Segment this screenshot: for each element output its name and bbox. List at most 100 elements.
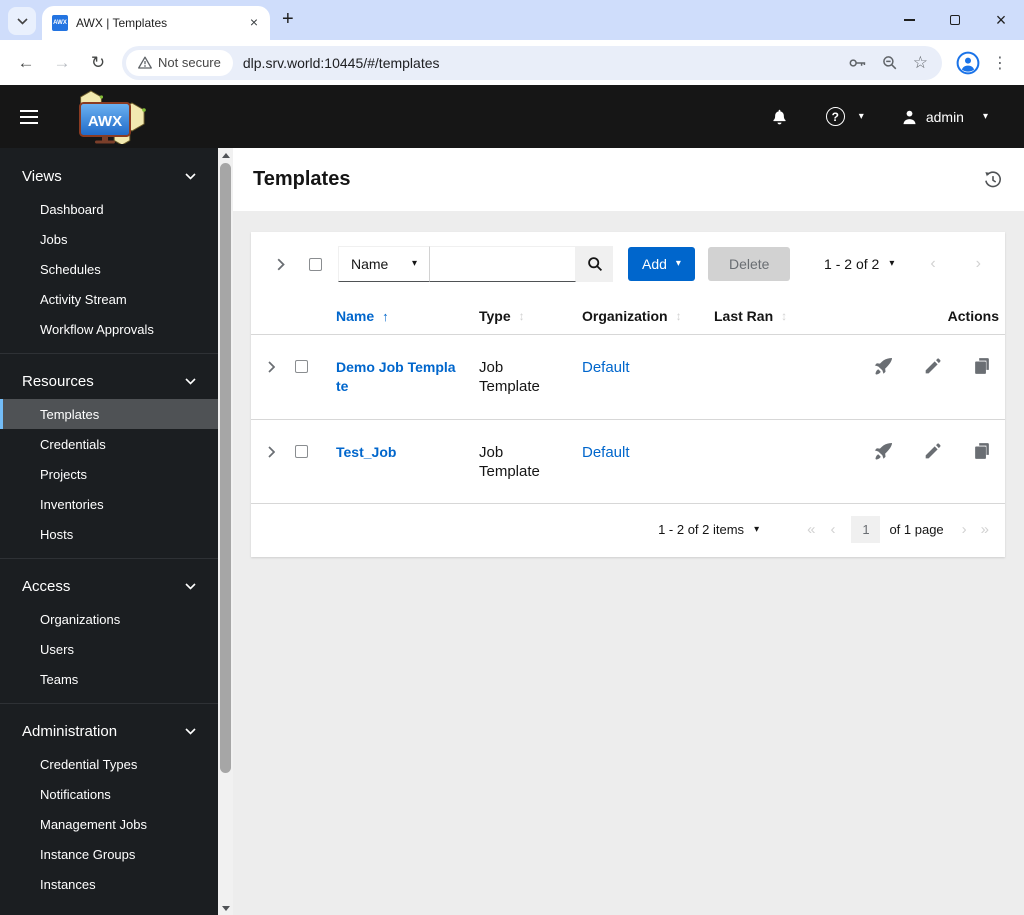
browser-menu-button[interactable]: ⋮ [986,53,1014,73]
sidebar-item-notifications[interactable]: Notifications [0,779,218,809]
new-tab-button[interactable]: + [282,8,294,31]
address-bar[interactable]: Not secure dlp.srv.world:10445/#/templat… [122,45,942,80]
row-checkbox[interactable] [295,445,308,458]
current-page-input[interactable]: 1 [851,516,881,543]
sidebar-item-workflow-approvals[interactable]: Workflow Approvals [0,314,218,344]
column-header-name[interactable]: Name ↑ [336,296,479,334]
sidebar-item-projects[interactable]: Projects [0,459,218,489]
column-label: Last Ran [714,308,774,324]
last-page-button[interactable]: » [981,521,989,538]
filter-key-select[interactable]: Name ▾ [338,246,430,282]
sidebar-item-inventories[interactable]: Inventories [0,489,218,519]
back-button[interactable]: ← [10,47,42,79]
sidebar-item-organizations[interactable]: Organizations [0,604,218,634]
expand-all-button[interactable] [267,258,295,271]
sidebar-item-jobs[interactable]: Jobs [0,224,218,254]
browser-titlebar: AWX AWX | Templates × + × [0,0,1024,40]
copy-icon [975,443,989,459]
address-bar-icons: ☆ [849,54,928,71]
tab-close-icon[interactable]: × [246,15,262,31]
notifications-bell-button[interactable] [771,108,788,125]
profile-avatar-icon [956,51,980,74]
select-all-checkbox[interactable] [309,257,322,271]
minimize-button[interactable] [886,0,932,40]
profile-avatar[interactable] [956,51,980,75]
launch-button[interactable] [874,442,893,461]
browser-tab[interactable]: AWX AWX | Templates × [42,6,270,40]
row-expand-button[interactable] [251,335,291,419]
not-secure-chip[interactable]: Not secure [126,49,233,76]
column-header-last-ran[interactable]: Last Ran ↕ [714,296,827,334]
edit-button[interactable] [924,442,942,460]
sidebar-item-dashboard[interactable]: Dashboard [0,194,218,224]
sidebar-item-hosts[interactable]: Hosts [0,519,218,549]
triangle-down-icon [221,905,230,911]
organization-link[interactable]: Default [582,359,630,376]
next-page-button[interactable]: › [976,255,981,273]
sidebar-item-schedules[interactable]: Schedules [0,254,218,284]
sidebar-section-header-resources[interactable]: Resources [0,363,218,399]
row-checkbox[interactable] [295,360,308,373]
items-summary-dropdown[interactable]: 1 - 2 of 2 items ▾ [658,522,759,537]
add-button[interactable]: Add ▾ [628,247,695,281]
user-menu-button[interactable]: admin ▾ [902,109,988,125]
forward-button[interactable]: → [46,47,78,79]
sidebar-item-instance-groups[interactable]: Instance Groups [0,839,218,869]
caret-down-icon: ▾ [754,523,760,535]
organization-link[interactable]: Default [582,444,630,461]
column-label: Actions [947,308,999,324]
sidebar-scrollbar[interactable] [218,148,233,915]
sidebar-item-instances[interactable]: Instances [0,869,218,899]
awx-logo[interactable]: AWX [64,89,148,144]
section-label: Views [22,167,62,185]
template-name-link[interactable]: Demo Job Template [336,358,460,396]
hamburger-menu-icon[interactable] [20,109,44,124]
sidebar-item-management-jobs[interactable]: Management Jobs [0,809,218,839]
bookmark-star-icon[interactable]: ☆ [913,54,928,71]
maximize-button[interactable] [932,0,978,40]
help-menu-button[interactable]: ? ▾ [825,107,864,126]
user-icon [903,110,916,124]
sidebar-item-credential-types[interactable]: Credential Types [0,749,218,779]
sidebar-section-header-administration[interactable]: Administration [0,713,218,749]
zoom-out-icon[interactable] [882,55,898,71]
scrollbar-down-arrow[interactable] [218,901,233,915]
launch-button[interactable] [874,357,893,376]
column-header-organization[interactable]: Organization ↕ [582,296,714,334]
sort-icon: ↕ [781,309,788,323]
copy-button[interactable] [973,442,991,460]
sidebar-item-users[interactable]: Users [0,634,218,664]
activity-history-button[interactable] [984,170,1002,189]
first-page-button[interactable]: « [807,521,815,538]
password-key-icon[interactable] [849,57,867,69]
help-icon: ? [825,107,845,126]
next-page-button[interactable]: › [962,521,967,538]
row-expand-button[interactable] [251,420,291,503]
scrollbar-up-arrow[interactable] [218,148,233,162]
row-actions [827,420,1005,503]
name-cell: Test_Job [336,420,479,503]
scrollbar-thumb[interactable] [220,163,231,773]
search-input[interactable] [430,246,576,282]
sidebar-section-header-access[interactable]: Access [0,568,218,604]
pagination-range-label[interactable]: 1 - 2 of 2 [824,256,879,272]
sidebar-item-teams[interactable]: Teams [0,664,218,694]
tab-search-button[interactable] [8,7,36,35]
close-button[interactable]: × [978,0,1024,40]
column-header-type[interactable]: Type ↕ [479,296,582,334]
edit-button[interactable] [924,357,942,375]
warning-icon [138,56,152,69]
reload-button[interactable]: ↻ [82,47,114,79]
sidebar-section-header-views[interactable]: Views [0,158,218,194]
sidebar-item-credentials[interactable]: Credentials [0,429,218,459]
sidebar-item-templates[interactable]: Templates [0,399,218,429]
previous-page-button[interactable]: ‹ [930,255,935,273]
copy-button[interactable] [973,357,991,375]
footer-pagination: 1 - 2 of 2 items ▾ « ‹ 1 of 1 page › » [251,503,1005,557]
search-button[interactable] [576,246,613,282]
url-text[interactable]: dlp.srv.world:10445/#/templates [243,55,839,71]
template-name-link[interactable]: Test_Job [336,443,460,462]
previous-page-button[interactable]: ‹ [830,521,835,538]
sidebar-item-activity-stream[interactable]: Activity Stream [0,284,218,314]
delete-button[interactable]: Delete [707,247,791,281]
